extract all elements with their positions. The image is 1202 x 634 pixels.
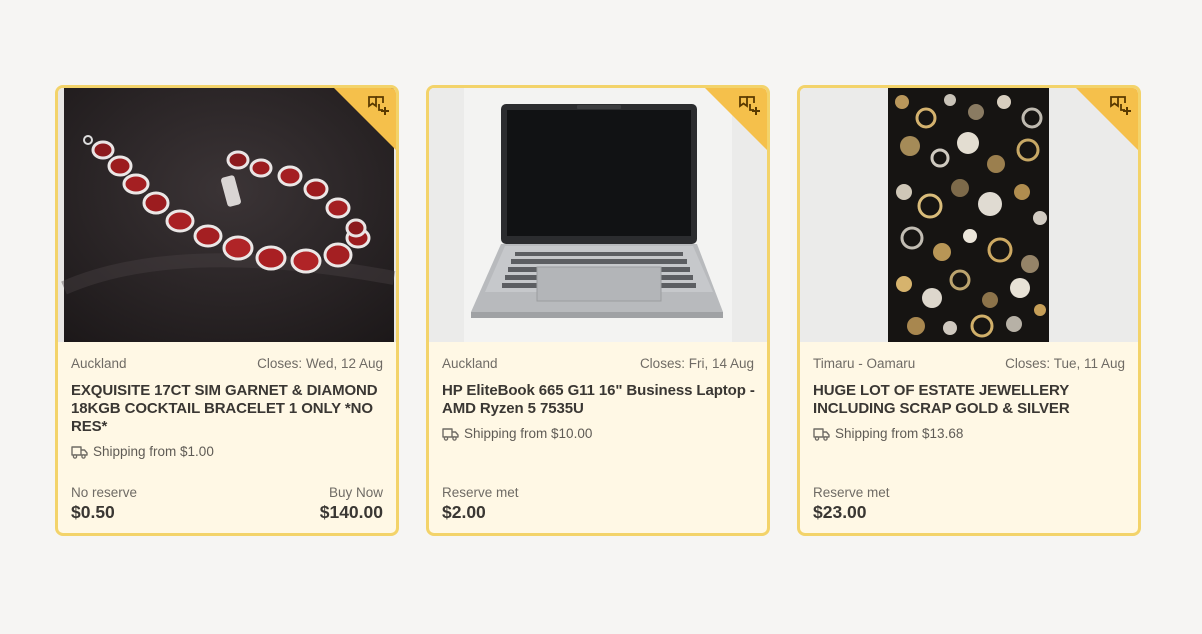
watchlist-badge[interactable]	[334, 88, 396, 150]
price-row: Reserve met $23.00	[813, 485, 1125, 523]
listing-meta: Auckland Closes: Wed, 12 Aug	[71, 356, 383, 371]
shipping-text: Shipping from $13.68	[835, 426, 964, 441]
buy-now-price: $140.00	[319, 502, 383, 522]
listing-meta: Timaru - Oamaru Closes: Tue, 11 Aug	[813, 356, 1125, 371]
listing-title[interactable]: EXQUISITE 17CT SIM GARNET & DIAMOND 18KG…	[71, 382, 384, 436]
current-bid: No reserve $0.50	[71, 485, 137, 523]
reserve-status: Reserve met	[813, 485, 890, 500]
shipping-info: Shipping from $13.68	[813, 426, 1125, 441]
closing-date: Closes: Tue, 11 Aug	[1005, 356, 1125, 371]
listing-title[interactable]: HP EliteBook 665 G11 16" Business Laptop…	[442, 382, 755, 418]
shipping-info: Shipping from $10.00	[442, 426, 754, 441]
watchlist-add-icon	[1110, 96, 1131, 115]
bid-price: $0.50	[71, 502, 115, 522]
bid-price: $2.00	[442, 502, 486, 522]
shipping-info: Shipping from $1.00	[71, 444, 383, 459]
closing-date: Closes: Wed, 12 Aug	[257, 356, 383, 371]
bid-price: $23.00	[813, 502, 867, 522]
location: Auckland	[442, 356, 498, 371]
watchlist-add-icon	[368, 96, 389, 115]
listing-title[interactable]: HUGE LOT OF ESTATE JEWELLERY INCLUDING S…	[813, 382, 1126, 418]
price-row: No reserve $0.50 Buy Now $140.00	[71, 485, 383, 523]
listing-card[interactable]: Timaru - Oamaru Closes: Tue, 11 Aug HUGE…	[797, 85, 1141, 536]
location: Timaru - Oamaru	[813, 356, 916, 371]
price-row: Reserve met $2.00	[442, 485, 754, 523]
listing-card[interactable]: Auckland Closes: Wed, 12 Aug EXQUISITE 1…	[55, 85, 399, 536]
reserve-status: No reserve	[71, 485, 138, 500]
truck-icon	[71, 445, 88, 459]
truck-icon	[442, 427, 459, 441]
current-bid: Reserve met $23.00	[813, 485, 890, 523]
shipping-text: Shipping from $1.00	[93, 444, 214, 459]
closing-date: Closes: Fri, 14 Aug	[639, 356, 754, 371]
watchlist-add-icon	[739, 96, 760, 115]
buy-now: Buy Now $140.00	[320, 485, 383, 523]
shipping-text: Shipping from $10.00	[464, 426, 593, 441]
truck-icon	[813, 427, 830, 441]
location: Auckland	[71, 356, 127, 371]
listing-meta: Auckland Closes: Fri, 14 Aug	[442, 356, 754, 371]
current-bid: Reserve met $2.00	[442, 485, 519, 523]
buy-now-label: Buy Now	[328, 485, 383, 500]
listing-card[interactable]: Auckland Closes: Fri, 14 Aug HP EliteBoo…	[426, 85, 770, 536]
watchlist-badge[interactable]	[705, 88, 767, 150]
watchlist-badge[interactable]	[1076, 88, 1138, 150]
reserve-status: Reserve met	[442, 485, 519, 500]
